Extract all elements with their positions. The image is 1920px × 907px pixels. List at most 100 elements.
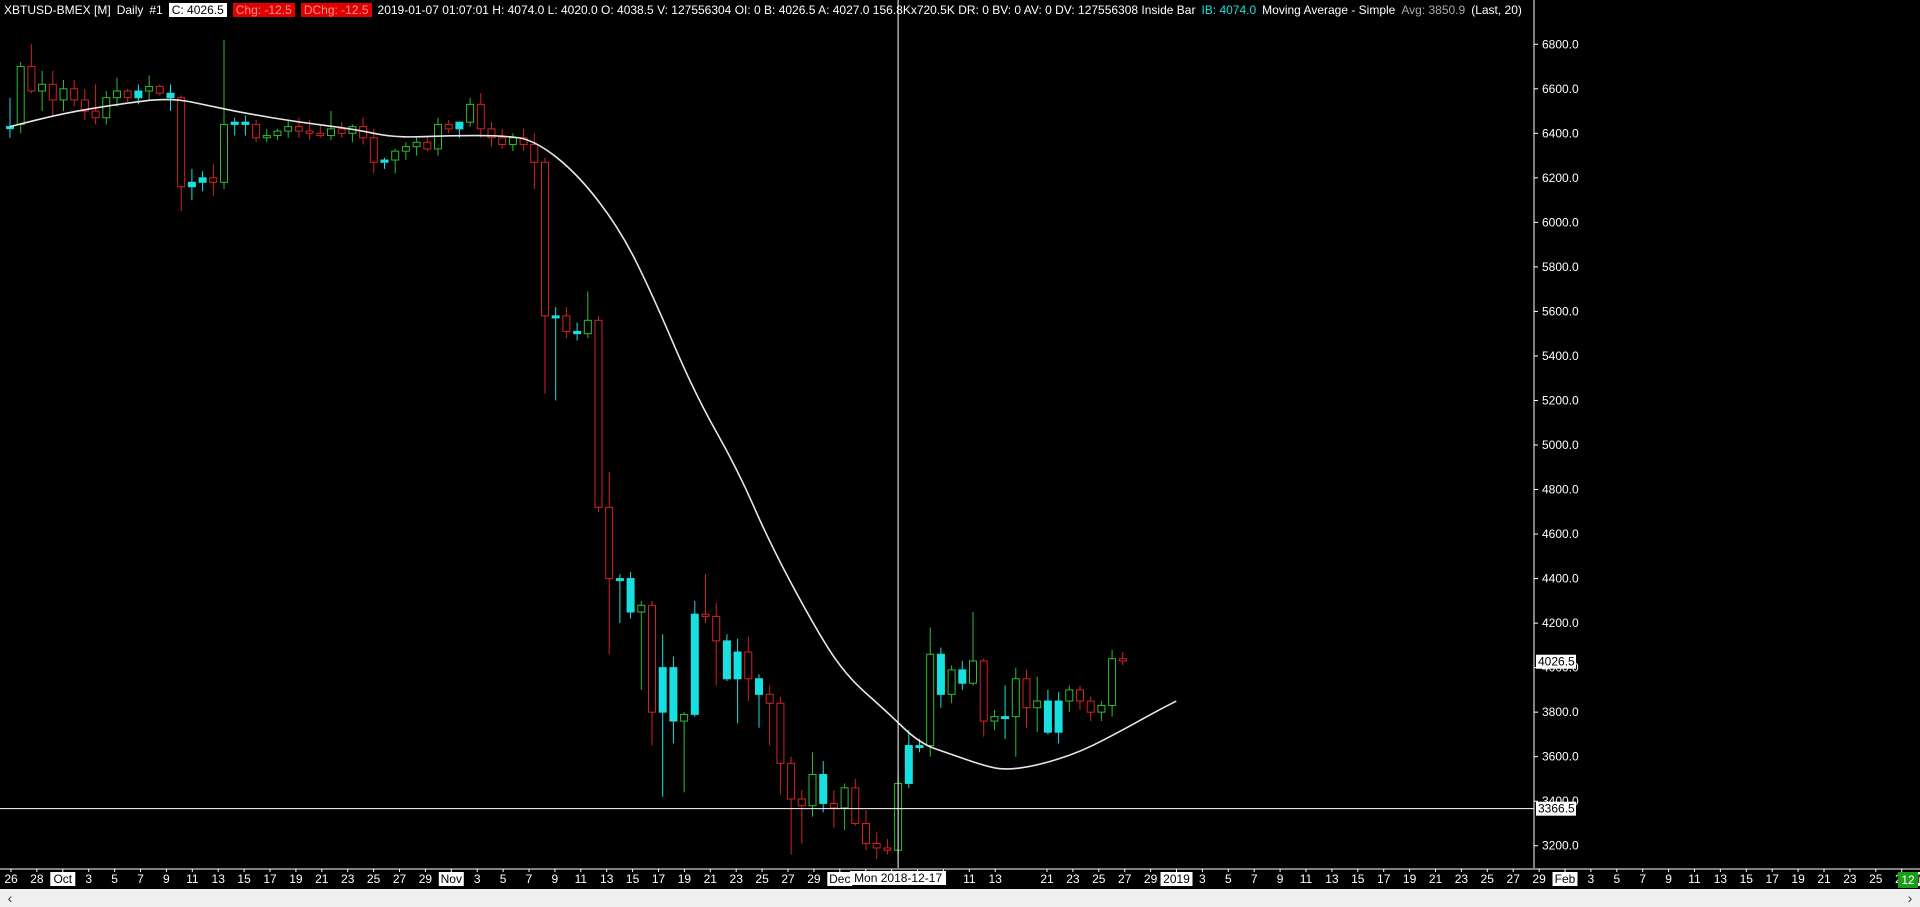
- candle: [348, 124, 357, 143]
- price-chart[interactable]: 3200.03400.03600.03800.04000.04200.04400…: [0, 0, 1920, 889]
- candle-body: [241, 121, 250, 125]
- candle-body: [252, 123, 261, 139]
- cursor-price-label: 3366.5: [1538, 802, 1575, 816]
- candle: [615, 574, 624, 624]
- scroll-right-icon[interactable]: ›: [1902, 889, 1918, 907]
- symbol-label[interactable]: XBTUSD-BMEX [M]: [4, 3, 111, 17]
- candle: [6, 97, 14, 138]
- candle: [958, 660, 967, 690]
- price-tick-label: 3200.0: [1542, 839, 1579, 853]
- date-tick-label: 15: [1351, 872, 1365, 886]
- candle-body: [476, 103, 485, 130]
- candle: [401, 142, 410, 161]
- candle-body: [626, 578, 635, 613]
- date-tick-label: 23: [1843, 872, 1857, 886]
- date-tick-label: 19: [678, 872, 692, 886]
- candle: [1022, 669, 1031, 728]
- candle-body: [113, 90, 121, 99]
- candle: [1065, 685, 1074, 713]
- date-tick-label: 27: [1118, 872, 1132, 886]
- price-tick-label: 4200.0: [1542, 616, 1579, 630]
- candle: [294, 117, 303, 138]
- candle: [508, 133, 517, 152]
- candle-body: [1001, 716, 1010, 720]
- candle: [1001, 685, 1010, 739]
- candle-body: [551, 315, 560, 319]
- date-period-label: Feb: [1555, 872, 1576, 886]
- candle-body: [230, 121, 239, 125]
- date-tick-label: 13: [1325, 872, 1339, 886]
- candle: [145, 75, 154, 100]
- price-tick-label: 6400.0: [1542, 126, 1579, 140]
- close-price-label: C: 4026.5: [168, 3, 227, 17]
- candle: [444, 119, 453, 134]
- candle: [744, 636, 753, 702]
- interval-label[interactable]: Daily: [117, 3, 144, 17]
- candle: [808, 752, 817, 817]
- candle: [284, 119, 293, 138]
- candle: [979, 658, 988, 737]
- candle-body: [530, 143, 539, 163]
- date-tick-label: 27: [781, 872, 795, 886]
- candle: [626, 571, 635, 619]
- candle: [487, 122, 496, 147]
- date-tick-label: 7: [1639, 872, 1646, 886]
- candle-body: [198, 177, 207, 183]
- candle-body: [969, 660, 977, 684]
- candle: [498, 128, 507, 149]
- price-tick-label: 4800.0: [1542, 483, 1579, 497]
- bar-info: 2019-01-07 01:07:01 H: 4074.0 L: 4020.0 …: [377, 3, 1196, 17]
- candle: [241, 115, 250, 136]
- date-tick-label: 15: [1740, 872, 1754, 886]
- candle-body: [680, 713, 689, 722]
- daily-change-label: DChg: -12.5: [300, 3, 372, 17]
- date-tick-label: 25: [755, 872, 769, 886]
- candle: [819, 761, 828, 813]
- candle-body: [401, 146, 410, 152]
- date-tick-label: 7: [1251, 872, 1258, 886]
- date-tick-label: 13: [989, 872, 1003, 886]
- candle: [80, 88, 89, 120]
- candle-body: [605, 506, 614, 580]
- candle-body: [209, 177, 218, 183]
- candle: [48, 70, 57, 116]
- candle: [658, 634, 667, 797]
- price-tick-label: 3600.0: [1542, 750, 1579, 764]
- candle-body: [262, 135, 271, 139]
- date-tick-label: 17: [1766, 872, 1780, 886]
- candle: [701, 574, 710, 624]
- date-period-label: Dec: [829, 872, 850, 886]
- candle-body: [979, 660, 988, 722]
- candle: [594, 315, 603, 512]
- bar-spacing-badge[interactable]: 12: [1898, 872, 1918, 888]
- candle-body: [862, 822, 870, 845]
- candle: [316, 124, 325, 138]
- change-label: Chg: -12.5: [232, 3, 295, 17]
- candle-body: [573, 330, 582, 335]
- candle-body: [669, 667, 678, 722]
- candle-body: [787, 762, 796, 800]
- date-tick-label: 29: [807, 872, 821, 886]
- candle-body: [851, 787, 860, 824]
- candle-body: [1076, 689, 1084, 702]
- candle: [904, 729, 913, 788]
- candle: [1043, 689, 1052, 735]
- candle-body: [701, 613, 710, 617]
- crosshair: 3366.5 4026.5: [0, 0, 1576, 868]
- horizontal-scrollbar[interactable]: ‹ ›: [0, 889, 1920, 907]
- candle: [476, 93, 485, 138]
- candle-body: [765, 693, 774, 704]
- scroll-left-icon[interactable]: ‹: [2, 889, 18, 907]
- study-name[interactable]: Moving Average - Simple: [1262, 3, 1395, 17]
- date-tick-label: 5: [500, 872, 507, 886]
- candle: [466, 97, 475, 127]
- candle: [733, 638, 742, 724]
- candle-body: [904, 745, 913, 784]
- date-tick-label: 19: [289, 872, 303, 886]
- candle-body: [316, 132, 325, 137]
- candle-body: [1054, 700, 1063, 733]
- candle: [990, 709, 999, 730]
- candle: [755, 674, 763, 728]
- candle-body: [1097, 704, 1106, 713]
- candle-body: [369, 137, 378, 163]
